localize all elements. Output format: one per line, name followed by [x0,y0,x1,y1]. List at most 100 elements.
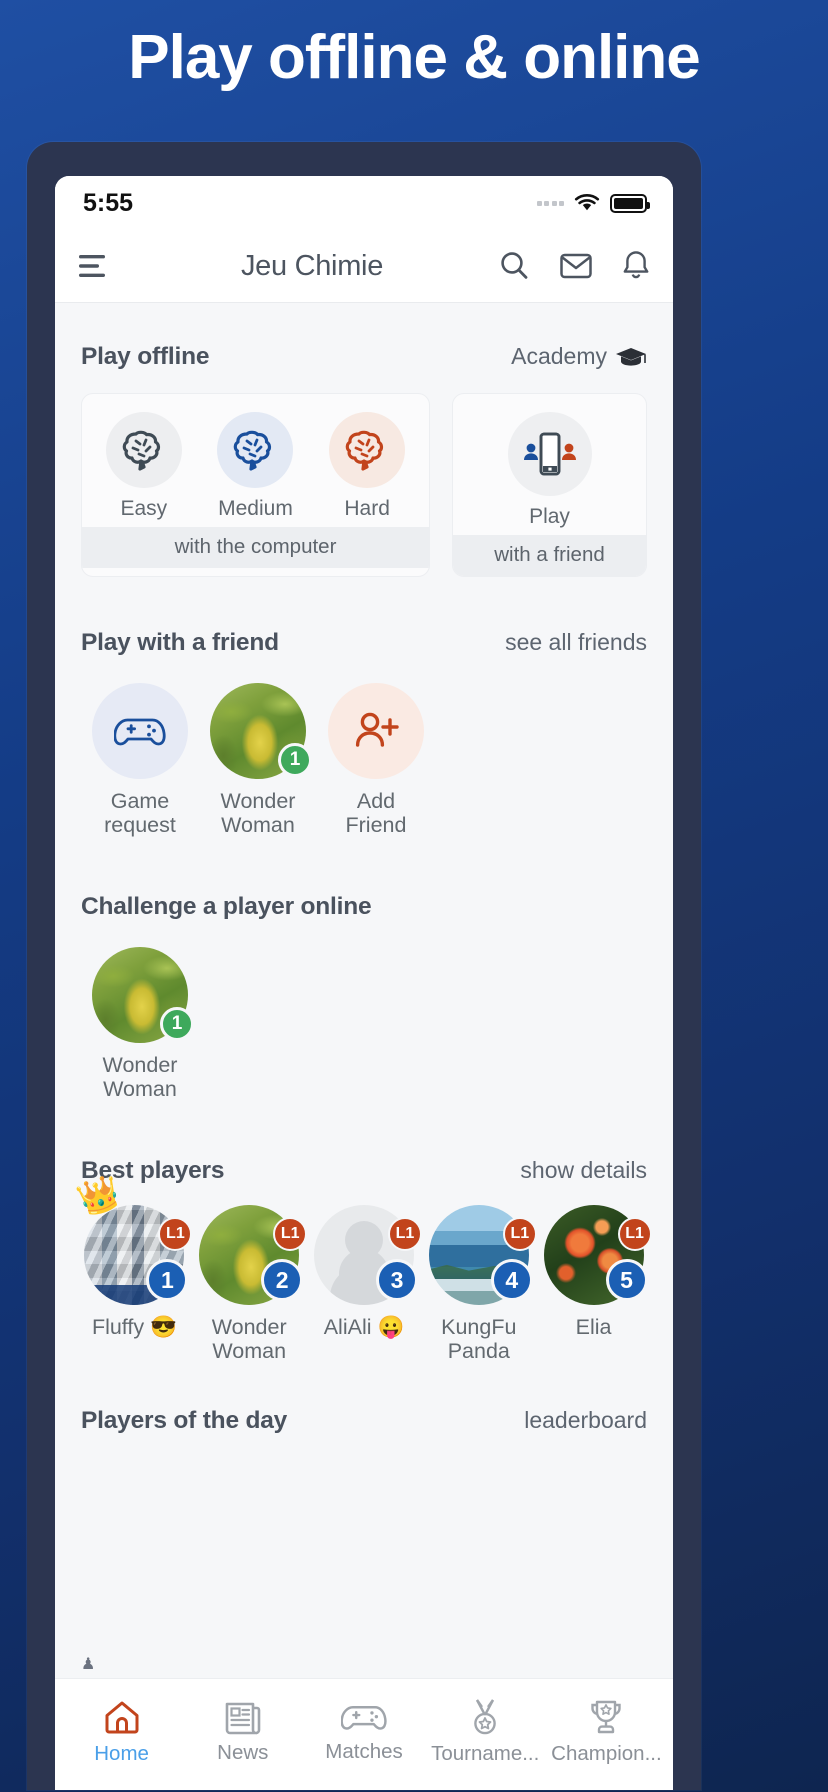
local-friend-mode: Play [453,394,646,535]
best-player-1[interactable]: 👑 L1 1 Fluffy 😎 [74,1171,193,1363]
best-player-5[interactable]: L1 5 Elia [536,1205,652,1363]
difficulty-modes: Easy Medium Hard [82,394,429,527]
gamepad-icon [92,683,188,779]
section-title-players-of-day: Players of the day [81,1407,288,1434]
nav-item-news-label: News [217,1740,269,1764]
friend-game-request-label: Game request [104,789,176,837]
level-badge: L1 [158,1217,193,1251]
leaderboard-link[interactable]: leaderboard [524,1407,647,1434]
best-player-2[interactable]: L1 2 Wonder Woman [192,1205,308,1363]
nav-item-tournaments-label: Tourname... [431,1741,540,1765]
best-player-4[interactable]: L1 4 KungFu Panda [421,1205,537,1363]
section-header-challenge-online: Challenge a player online [55,893,673,921]
two-players-phone-icon [507,412,592,496]
hamburger-menu-icon[interactable] [77,253,121,279]
avatar [92,683,188,779]
online-count-badge: 1 [160,1007,194,1041]
best-player-3[interactable]: L1 3 AliAli 😛 [307,1205,422,1363]
avatar: 1 [92,947,194,1043]
difficulty-hard[interactable]: Hard [315,412,419,521]
best-player-4-label: KungFu Panda [441,1315,517,1363]
medal-icon [474,1698,497,1734]
level-badge: L1 [387,1217,422,1251]
brain-icon [105,412,182,488]
nav-item-news[interactable]: News [182,1699,303,1765]
academy-link[interactable]: Academy [511,343,647,370]
difficulty-hard-label: Hard [344,497,390,520]
nav-item-matches[interactable]: Matches [303,1700,424,1764]
phone-frame: 5:55 Jeu Chimie Play offline Academy Eas… [27,142,701,1790]
section-header-best-players: Best players show details [55,1157,673,1185]
nav-item-championships-label: Champion... [551,1741,662,1765]
rank-badge: 3 [375,1259,418,1301]
players-of-day-peek: ♟ [81,1656,96,1673]
see-all-friends-link[interactable]: see all friends [505,629,647,656]
status-indicators [536,193,650,213]
avatar: 👑 L1 1 [74,1171,193,1305]
promo-headline: Play offline & online [128,23,701,92]
brain-icon [329,412,406,488]
rank-badge: 2 [261,1259,304,1301]
app-bar: Jeu Chimie [55,230,673,303]
bottom-navigation: Home News Matches Tourname... Champion..… [55,1678,673,1790]
best-players-list: 👑 L1 1 Fluffy 😎 L1 2 Wonder Woman L1 3 A… [55,1171,673,1363]
signal-dots-icon [536,200,564,206]
mail-icon[interactable] [559,251,593,281]
nav-item-matches-label: Matches [325,1739,403,1763]
nav-item-home-label: Home [94,1741,149,1765]
bell-icon[interactable] [621,249,651,283]
best-player-3-label: AliAli 😛 [323,1315,405,1339]
difficulty-medium[interactable]: Medium [203,412,307,521]
rank-badge: 5 [605,1259,648,1301]
home-scroll-content[interactable]: Play offline Academy Easy Medium Hard wi… [55,303,673,1678]
home-icon [105,1701,139,1733]
section-header-players-of-day: Players of the day leaderboard [55,1407,673,1435]
best-player-5-label: Elia [575,1315,612,1339]
friend-wonder-woman[interactable]: 1 Wonder Woman [199,683,317,837]
online-count-badge: 1 [278,743,312,777]
online-player-wonder-woman[interactable]: 1 Wonder Woman [81,947,199,1101]
online-player-label: Wonder Woman [102,1053,178,1101]
status-time: 5:55 [83,188,134,217]
brain-icon [217,412,294,488]
difficulty-easy[interactable]: Easy [92,412,196,521]
rank-badge: 4 [490,1259,533,1301]
play-local-friend-label: Play [529,505,570,528]
avatar: 1 [210,683,312,779]
best-player-1-label: Fluffy 😎 [91,1315,177,1339]
academy-link-label: Academy [511,343,607,369]
battery-full-icon [610,193,650,213]
friend-wonder-woman-label: Wonder Woman [220,789,296,837]
add-person-icon [328,683,424,779]
graduation-cap-icon [616,347,646,366]
play-local-friend[interactable]: Play [498,412,602,529]
show-details-link[interactable]: show details [520,1157,647,1184]
newspaper-icon [225,1702,261,1734]
avatar: L1 2 [199,1205,308,1305]
section-header-play-offline: Play offline Academy [55,343,673,371]
avatar [328,683,424,779]
search-icon[interactable] [497,249,531,283]
friend-add-friend-label: Add Friend [345,789,407,837]
phone-screen: 5:55 Jeu Chimie Play offline Academy Eas… [55,176,673,1790]
section-title-challenge-online: Challenge a player online [81,893,372,920]
trophy-icon [591,1700,622,1733]
difficulty-easy-label: Easy [120,497,168,520]
friend-add-friend[interactable]: Add Friend [317,683,435,837]
card-play-with-computer: Easy Medium Hard with the computer [81,393,430,577]
level-badge: L1 [617,1217,652,1251]
friend-game-request[interactable]: Game request [81,683,199,837]
avatar: L1 3 [313,1205,422,1305]
nav-item-championships[interactable]: Champion... [546,1698,667,1766]
section-title-play-with-friend: Play with a friend [81,629,279,656]
section-title-play-offline: Play offline [81,343,210,370]
nav-item-tournaments[interactable]: Tourname... [425,1698,546,1766]
wifi-icon [574,194,600,211]
play-offline-cards: Easy Medium Hard with the computer Play … [55,393,673,577]
online-players-list: 1 Wonder Woman [55,947,673,1101]
best-player-2-label: Wonder Woman [211,1315,287,1363]
card-footer-with-friend: with a friend [453,535,646,576]
level-badge: L1 [273,1217,308,1251]
difficulty-medium-label: Medium [218,497,293,520]
nav-item-home[interactable]: Home [61,1698,182,1766]
